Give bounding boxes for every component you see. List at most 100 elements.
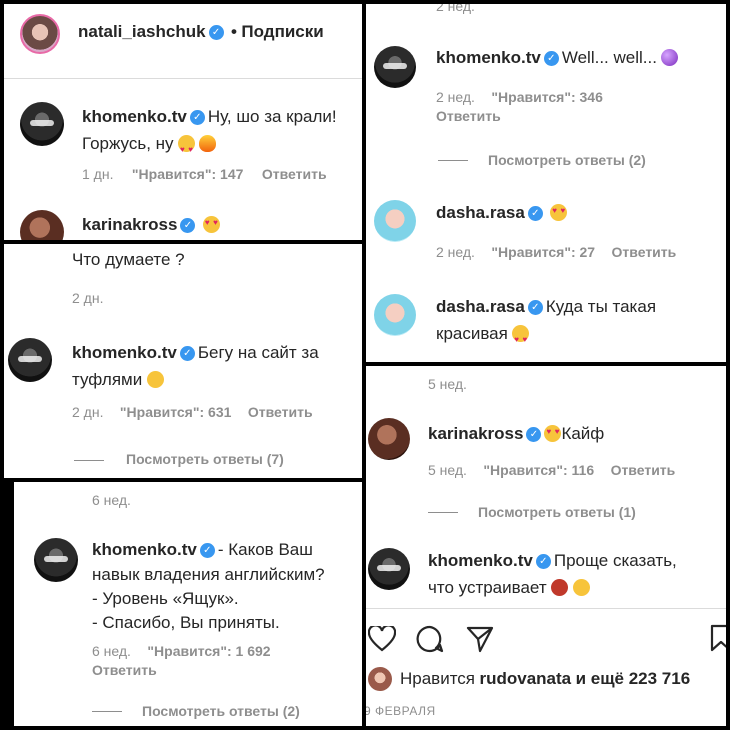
post-date: 9 ФЕВРАЛЯ — [366, 704, 436, 718]
comment-text: Бегу на сайт за — [197, 343, 319, 362]
comment-time: 2 дн. — [72, 290, 104, 306]
view-replies-button[interactable]: Посмотреть ответы (2) — [142, 703, 300, 719]
comment-text: красивая — [436, 324, 508, 343]
verified-badge-icon: ✓ — [527, 300, 543, 315]
avatar-karinakross[interactable] — [20, 210, 64, 240]
comment-text: Куда ты такая — [545, 297, 657, 316]
panel-bottom-left: 6 нед. khomenko.tv ✓ - Каков Ваш навык вла… — [14, 482, 362, 726]
avatar-khomenko[interactable] — [34, 538, 78, 582]
comment-username[interactable]: dasha.rasa — [436, 297, 525, 316]
view-replies-button[interactable]: Посмотреть ответы (2) — [488, 152, 646, 168]
header-username[interactable]: natali_iashchuk — [78, 22, 206, 41]
heart-eyes-emoji-icon — [202, 216, 220, 233]
comment-username[interactable]: karinakross — [428, 424, 523, 443]
replies-line — [74, 460, 104, 461]
heart-eyes-emoji-icon — [512, 325, 530, 353]
comment-text: Что думаете ? — [72, 250, 185, 269]
heart-eyes-emoji-icon — [550, 204, 568, 221]
comment-text: туфлями — [72, 370, 143, 389]
panel-middle-left: Что думаете ? 2 дн. khomenko.tv ✓ Бегу на … — [4, 244, 362, 478]
avatar-khomenko[interactable] — [374, 46, 416, 88]
comment-text: Ну, шо за крали! — [207, 107, 337, 126]
comment-username[interactable]: khomenko.tv — [436, 48, 541, 67]
heart-eyes-emoji-icon — [544, 425, 562, 442]
reply-button[interactable]: Ответить — [92, 661, 271, 679]
verified-badge-icon: ✓ — [535, 554, 551, 569]
view-replies-button[interactable]: Посмотреть ответы (1) — [478, 504, 636, 520]
divider — [4, 78, 362, 79]
comment-icon[interactable] — [416, 625, 444, 653]
replies-line — [428, 512, 458, 513]
share-icon[interactable] — [466, 625, 494, 653]
comment-username[interactable]: khomenko.tv — [428, 551, 533, 570]
heart-eyes-emoji-icon — [178, 135, 195, 163]
comment-likes[interactable]: "Нравится": 631 — [120, 404, 231, 420]
likes-count[interactable]: и ещё 223 716 — [576, 669, 691, 688]
comment-time: 2 нед. — [436, 89, 475, 105]
fire-emoji-icon — [199, 135, 217, 152]
panel-top-right: 2 нед. khomenko.tv ✓ Well... well... 2 нед… — [366, 4, 726, 362]
reply-button[interactable]: Ответить — [436, 107, 603, 125]
relieved-emoji-icon — [146, 371, 164, 388]
comment-likes[interactable]: "Нравится": 1 692 — [147, 643, 270, 659]
comment-time: 6 нед. — [92, 643, 131, 659]
avatar-khomenko[interactable] — [8, 338, 52, 382]
view-replies-button[interactable]: Посмотреть ответы (7) — [126, 451, 284, 467]
comment-time: 5 нед. — [428, 376, 467, 392]
comment-text: - Уровень «Ящук». — [92, 589, 239, 608]
avatar-khomenko[interactable] — [368, 548, 410, 590]
reply-button[interactable]: Ответить — [611, 462, 676, 478]
comment-text: - Каков Ваш — [217, 540, 313, 559]
follow-status-button[interactable]: Подписки — [241, 22, 323, 41]
verified-badge-icon: ✓ — [208, 25, 224, 40]
comment-text: Проще сказать, — [553, 551, 677, 570]
avatar-karinakross[interactable] — [368, 418, 410, 460]
comment-time: 2 дн. — [72, 404, 104, 420]
avatar-khomenko[interactable] — [20, 102, 64, 146]
comment-likes[interactable]: "Нравится": 116 — [483, 462, 594, 478]
comment-time: 2 нед. — [436, 244, 475, 260]
comment-username[interactable]: khomenko.tv — [72, 343, 177, 362]
reply-button[interactable]: Ответить — [248, 404, 313, 420]
comment-username[interactable]: dasha.rasa — [436, 203, 525, 222]
heart-icon[interactable] — [368, 626, 396, 652]
replies-line — [92, 711, 122, 712]
reply-button[interactable]: Ответить — [612, 244, 677, 260]
comment-time: 1 дн. — [82, 166, 114, 182]
verified-badge-icon: ✓ — [180, 218, 196, 233]
avatar-dasha-rasa[interactable] — [374, 294, 416, 336]
comment-text: - Спасибо, Вы приняты. — [92, 613, 280, 632]
avatar-rudovanata[interactable] — [368, 667, 392, 691]
verified-badge-icon: ✓ — [527, 206, 543, 221]
verified-badge-icon: ✓ — [526, 427, 542, 442]
comment-text: Кайф — [561, 424, 605, 443]
grinning-emoji-icon — [572, 579, 590, 596]
avatar-natali[interactable] — [20, 14, 60, 54]
crystal-ball-emoji-icon — [661, 49, 679, 66]
bookmark-icon[interactable] — [710, 624, 726, 652]
comment-likes[interactable]: "Нравится": 27 — [491, 244, 595, 260]
comment-username[interactable]: karinakross — [82, 215, 177, 234]
likes-prefix: Нравится — [400, 669, 476, 688]
comment-likes[interactable]: "Нравится": 147 — [132, 166, 243, 182]
comment-text: что устраивает — [428, 578, 547, 597]
comment-username[interactable]: khomenko.tv — [92, 540, 197, 559]
panel-top-left: natali_iashchuk ✓ • Подписки khomenko.tv ✓… — [4, 4, 362, 240]
verified-badge-icon: ✓ — [189, 110, 205, 125]
comment-username[interactable]: khomenko.tv — [82, 107, 187, 126]
replies-line — [438, 160, 468, 161]
comment-text: Горжусь, ну — [82, 134, 174, 153]
comment-time: 5 нед. — [428, 462, 467, 478]
verified-badge-icon: ✓ — [543, 51, 559, 66]
reply-button[interactable]: Ответить — [262, 166, 327, 182]
likes-user-link[interactable]: rudovanata — [479, 669, 571, 688]
comment-text: Well... well... — [561, 48, 657, 67]
comment-time: 6 нед. — [92, 492, 131, 508]
comment-time: 2 нед. — [436, 4, 475, 14]
verified-badge-icon: ✓ — [199, 543, 215, 558]
panel-bottom-right: 5 нед. karinakross✓Кайф 5 нед. "Нравится… — [366, 366, 726, 726]
divider — [366, 608, 726, 609]
avatar-dasha-rasa[interactable] — [374, 200, 416, 242]
comment-likes[interactable]: "Нравится": 346 — [491, 89, 602, 105]
devil-emoji-icon — [551, 579, 569, 596]
